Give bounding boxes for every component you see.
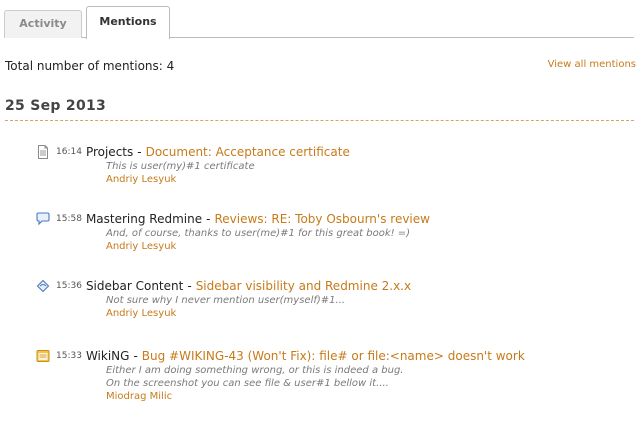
separator: - <box>206 212 211 226</box>
mention-title-link[interactable]: Sidebar visibility and Redmine 2.x.x <box>196 279 411 293</box>
mention-excerpt: Either I am doing something wrong, or th… <box>106 365 404 376</box>
tab-activity[interactable]: Activity <box>4 10 82 38</box>
tab-mentions[interactable]: Mentions <box>86 6 170 39</box>
mention-time: 16:14 <box>56 147 82 157</box>
total-mentions-count: Total number of mentions: 4 <box>5 59 175 73</box>
separator: - <box>133 349 138 363</box>
mention-title-link[interactable]: Document: Acceptance certificate <box>146 145 350 159</box>
issue-icon <box>36 349 50 363</box>
date-divider <box>5 120 634 121</box>
mention-excerpt: On the screenshot you can see file & use… <box>106 378 389 389</box>
mention-author-link[interactable]: Andriy Lesyuk <box>106 307 634 320</box>
mention-time: 15:36 <box>56 281 82 291</box>
forum-reply-icon <box>36 279 50 293</box>
mention-time: 15:58 <box>56 214 82 224</box>
mention-author-link[interactable]: Andriy Lesyuk <box>106 240 634 253</box>
mention-item: 16:14 Projects - Document: Acceptance ce… <box>36 144 634 186</box>
separator: - <box>187 279 192 293</box>
mention-item: 15:33 WikiNG - Bug #WIKING-43 (Won't Fix… <box>36 348 634 403</box>
mention-item: 15:58 Mastering Redmine - Reviews: RE: T… <box>36 211 634 253</box>
mention-author-link[interactable]: Andriy Lesyuk <box>106 173 634 186</box>
mention-time: 15:33 <box>56 351 82 361</box>
mention-title-link[interactable]: Reviews: RE: Toby Osbourn's review <box>214 212 430 226</box>
separator: - <box>137 145 142 159</box>
mention-project: Projects <box>85 145 134 159</box>
mention-excerpt: And, of course, thanks to user(me)#1 for… <box>106 228 411 239</box>
mention-project: Mastering Redmine <box>85 212 203 226</box>
comment-icon <box>36 212 50 226</box>
tab-bar: Activity Mentions <box>4 6 634 39</box>
mention-project: WikiNG <box>85 349 130 363</box>
mention-excerpt: Not sure why I never mention user(myself… <box>106 295 346 306</box>
mention-excerpt: This is user(my)#1 certificate <box>106 161 255 172</box>
mention-project: Sidebar Content <box>85 279 184 293</box>
view-all-mentions-link[interactable]: View all mentions <box>548 59 636 70</box>
mention-title-link[interactable]: Bug #WIKING-43 (Won't Fix): file# or fil… <box>142 349 525 363</box>
mention-item: 15:36 Sidebar Content - Sidebar visibili… <box>36 278 634 320</box>
mention-author-link[interactable]: Miodrag Milic <box>106 390 634 403</box>
document-icon <box>36 145 50 159</box>
date-heading: 25 Sep 2013 <box>5 98 107 114</box>
